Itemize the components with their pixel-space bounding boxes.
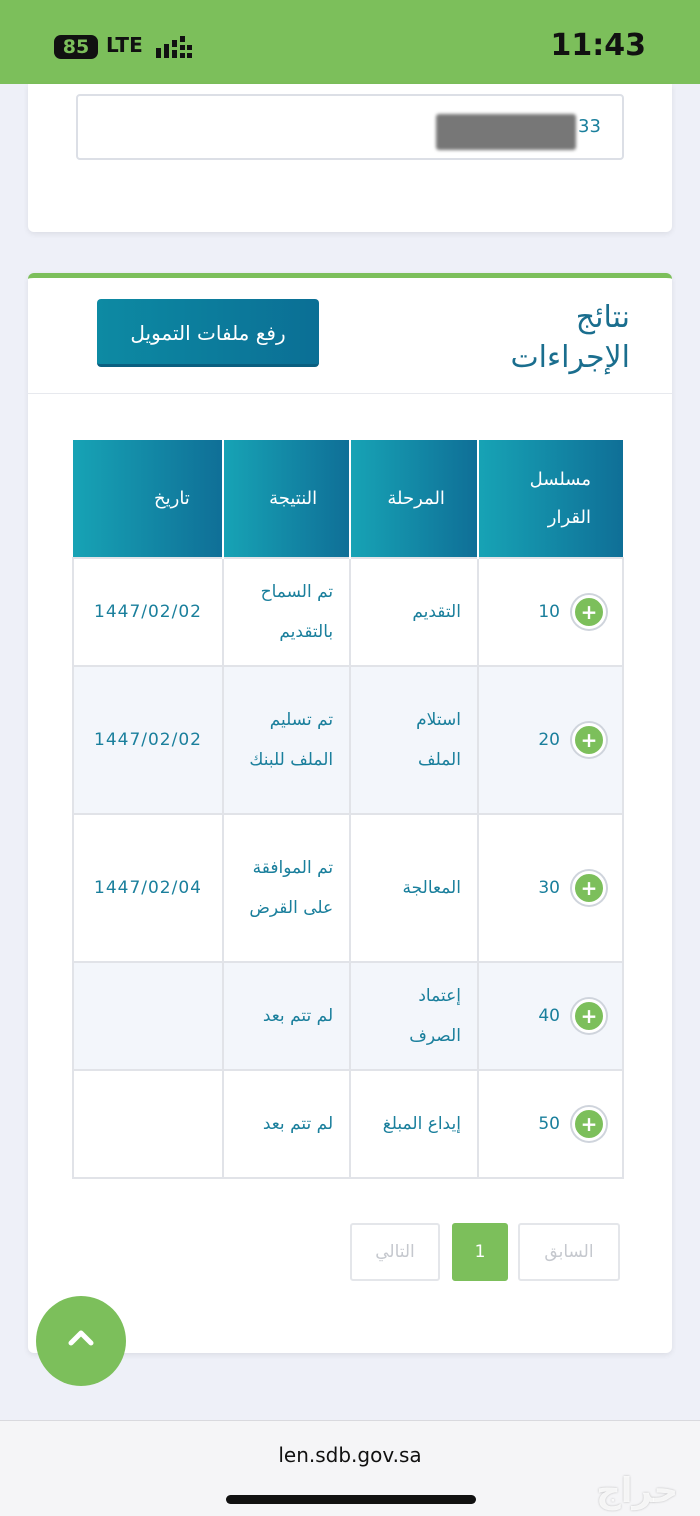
redacted-value: [436, 114, 576, 150]
serial-value: 30: [538, 878, 560, 898]
results-table: مسلسل القرار المرحلة النتيجة تاريخ 10 + ا…: [72, 440, 625, 1179]
column-header-stage: المرحلة: [349, 440, 478, 558]
id-number-suffix: 33: [578, 116, 601, 137]
result-cell: تم الموافقة على القرض: [221, 813, 352, 963]
serial-cell: 30 +: [476, 813, 625, 963]
expand-plus-icon[interactable]: +: [572, 999, 606, 1033]
browser-bottom-bar: len.sdb.gov.sa حراج: [0, 1420, 700, 1516]
column-header-result: النتيجة: [221, 440, 351, 558]
address-bar-url[interactable]: len.sdb.gov.sa: [0, 1443, 700, 1467]
date-cell: [72, 1069, 224, 1179]
id-card: 33: [28, 84, 672, 232]
result-cell: تم تسليم الملف للبنك: [221, 665, 352, 815]
pagination-next-button[interactable]: التالي: [350, 1223, 440, 1281]
result-cell: لم تتم بعد: [221, 1069, 352, 1179]
expand-plus-icon[interactable]: +: [572, 595, 606, 629]
serial-cell: 40 +: [476, 961, 625, 1071]
serial-value: 50: [538, 1114, 560, 1134]
result-cell: تم السماح بالتقديم: [221, 557, 352, 667]
table-row: 50 + إيداع المبلغ لم تتم بعد: [72, 1069, 625, 1179]
date-cell: [72, 961, 224, 1071]
result-cell: لم تتم بعد: [221, 961, 352, 1071]
expand-plus-icon[interactable]: +: [572, 1107, 606, 1141]
stage-cell: المعالجة: [349, 813, 479, 963]
table-header-row: مسلسل القرار المرحلة النتيجة تاريخ: [73, 440, 623, 558]
table-row: 10 + التقديم تم السماح بالتقديم 1447/02/0…: [72, 557, 625, 667]
date-cell: 1447/02/02: [72, 665, 224, 815]
serial-cell: 20 +: [476, 665, 625, 815]
pagination-current-page[interactable]: 1: [452, 1223, 508, 1281]
status-bar: 85 LTE 11:43: [0, 0, 700, 84]
stage-cell: التقديم: [349, 557, 479, 667]
scroll-to-top-button[interactable]: [36, 1296, 126, 1386]
stage-cell: إيداع المبلغ: [349, 1069, 479, 1179]
expand-plus-icon[interactable]: +: [572, 871, 606, 905]
column-header-serial: مسلسل القرار: [476, 440, 623, 558]
expand-plus-icon[interactable]: +: [572, 723, 606, 757]
watermark-logo: حراج: [596, 1471, 678, 1511]
serial-cell: 10 +: [476, 557, 625, 667]
table-row: 30 + المعالجة تم الموافقة على القرض 1447/…: [72, 813, 625, 963]
serial-cell: 50 +: [476, 1069, 625, 1179]
results-card: نتائج الإجراءات رفع ملفات التمويل مسلسل …: [28, 273, 672, 1353]
serial-value: 40: [538, 1006, 560, 1026]
upload-financing-files-button[interactable]: رفع ملفات التمويل: [97, 299, 319, 367]
date-cell: 1447/02/04: [72, 813, 224, 963]
stage-cell: إعتماد الصرف: [349, 961, 479, 1071]
column-header-date: تاريخ: [73, 440, 223, 558]
battery-icon: 85: [54, 35, 98, 59]
date-cell: 1447/02/02: [72, 557, 224, 667]
serial-value: 10: [538, 602, 560, 622]
divider: [28, 393, 672, 394]
pagination-previous-button[interactable]: السابق: [518, 1223, 620, 1281]
id-number-field[interactable]: 33: [76, 94, 624, 160]
clock: 11:43: [550, 28, 647, 63]
results-title: نتائج الإجراءات: [510, 300, 630, 375]
home-indicator[interactable]: [226, 1495, 476, 1504]
table-row: 20 + استلام الملف تم تسليم الملف للبنك 14…: [72, 665, 625, 815]
stage-cell: استلام الملف: [349, 665, 479, 815]
signal-icon: [156, 36, 192, 58]
network-type: LTE: [106, 33, 143, 57]
serial-value: 20: [538, 730, 560, 750]
table-row: 40 + إعتماد الصرف لم تتم بعد: [72, 961, 625, 1071]
chevron-up-icon: [68, 1330, 94, 1346]
